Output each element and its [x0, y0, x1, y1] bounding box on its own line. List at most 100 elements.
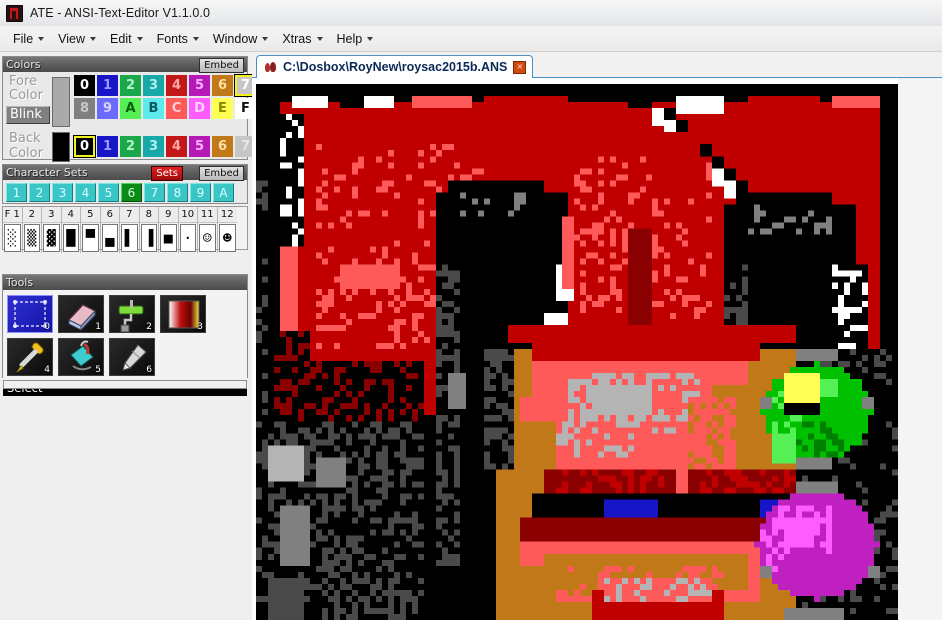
- function-key-4[interactable]: 4 █: [61, 207, 81, 253]
- function-key-number: 4: [61, 207, 80, 223]
- function-key-3[interactable]: 3 ▓: [42, 207, 62, 253]
- fore-color-swatch-4[interactable]: 4: [166, 75, 187, 96]
- eyedropper-tool[interactable]: 4: [7, 338, 53, 376]
- function-key-glyph: ▓: [43, 224, 60, 252]
- menu-edit[interactable]: Edit: [103, 29, 150, 49]
- character-sets-sets-button[interactable]: Sets: [151, 166, 183, 181]
- function-key-12[interactable]: 12 ☻: [217, 207, 237, 253]
- menu-window[interactable]: Window: [206, 29, 275, 49]
- character-set-button-1[interactable]: 1: [6, 183, 27, 202]
- function-key-6[interactable]: 6 ▄: [100, 207, 120, 253]
- paint-bucket-tool[interactable]: 5: [58, 338, 104, 376]
- fore-color-swatch-6[interactable]: 6: [212, 75, 233, 96]
- character-set-button-7[interactable]: 7: [144, 183, 165, 202]
- function-key-number: 8: [139, 207, 158, 223]
- swatch-label: 3: [148, 138, 159, 154]
- progress-bar: [3, 380, 247, 389]
- back-color-swatch-0[interactable]: 0: [73, 134, 96, 158]
- close-icon[interactable]: ×: [513, 60, 527, 74]
- back-color-swatch-2[interactable]: 2: [120, 135, 141, 157]
- fore-color-swatch-D[interactable]: D: [189, 98, 210, 119]
- fore-color-swatch-B[interactable]: B: [143, 98, 164, 119]
- menu-xtras[interactable]: Xtras: [275, 29, 329, 49]
- back-color-label: Back Color: [6, 131, 50, 161]
- menu-xtras-label: Xtras: [282, 31, 312, 46]
- fore-color-swatch-8[interactable]: 8: [74, 98, 95, 119]
- character-set-button-3[interactable]: 3: [52, 183, 73, 202]
- fore-color-label-line1: Fore: [9, 74, 38, 89]
- character-set-button-A[interactable]: A: [213, 183, 234, 202]
- window-title: ATE - ANSI-Text-Editor V1.1.0.0: [30, 6, 211, 20]
- swatch-label: 2: [125, 138, 136, 154]
- function-key-2[interactable]: 2 ▒: [22, 207, 42, 253]
- character-sets-embed-button[interactable]: Embed: [199, 166, 244, 181]
- back-color-swatch-6[interactable]: 6: [212, 135, 233, 157]
- function-key-F1[interactable]: F 1 ░: [3, 207, 23, 253]
- fore-color-swatch-E[interactable]: E: [212, 98, 233, 119]
- tab-strip: C:\Dosbox\RoyNew\roysac2015b.ANS ×: [252, 54, 942, 78]
- menu-fonts[interactable]: Fonts: [150, 29, 206, 49]
- document-icon: [265, 61, 277, 73]
- pencil-tool[interactable]: 6: [109, 338, 155, 376]
- back-color-swatch-3[interactable]: 3: [143, 135, 164, 157]
- menu-help[interactable]: Help: [330, 29, 381, 49]
- ansi-artwork[interactable]: [256, 84, 898, 620]
- blink-toggle-button[interactable]: Blink: [6, 106, 50, 124]
- back-color-swatch-1[interactable]: 1: [97, 135, 118, 157]
- swatch-label: 5: [194, 78, 205, 93]
- menu-view[interactable]: View: [51, 29, 103, 49]
- fore-color-swatch-2[interactable]: 2: [120, 75, 141, 96]
- character-set-button-9[interactable]: 9: [190, 183, 211, 202]
- fore-color-swatch-grid: 01234567 89ABCDEF: [74, 74, 257, 119]
- function-key-7[interactable]: 7 ▌: [120, 207, 140, 253]
- fore-color-swatch-1[interactable]: 1: [97, 75, 118, 96]
- chevron-down-icon: [367, 36, 374, 41]
- back-color-swatch-5[interactable]: 5: [189, 135, 210, 157]
- back-color-preview: [52, 132, 70, 162]
- select-tool[interactable]: 0: [7, 295, 53, 333]
- character-set-button-4[interactable]: 4: [75, 183, 96, 202]
- back-color-swatch-4[interactable]: 4: [166, 135, 187, 157]
- function-key-bar: F 1 ░ 2 ▒ 3 ▓ 4 █ 5 ▀ 6 ▄ 7 ▌ 8 ▐ 9 ■ 10 · 11 ☺ 12 ☻: [2, 206, 248, 253]
- swatch-label: F: [241, 101, 250, 116]
- colors-embed-button[interactable]: Embed: [199, 58, 244, 73]
- tools-panel: Tools 0123456 Select: [2, 274, 248, 396]
- paint-roller-tool[interactable]: 2: [109, 295, 155, 333]
- fore-color-swatch-A[interactable]: A: [120, 98, 141, 119]
- fore-color-swatch-0[interactable]: 0: [74, 75, 95, 96]
- eraser-tool[interactable]: 1: [58, 295, 104, 333]
- swatch-label: 7: [240, 138, 251, 154]
- character-set-button-6[interactable]: 6: [121, 183, 142, 202]
- menu-file[interactable]: File: [6, 29, 51, 49]
- left-tool-dock: Colors Embed Fore Color Blink 0123456789…: [0, 54, 257, 620]
- tab-document-label: C:\Dosbox\RoyNew\roysac2015b.ANS: [283, 60, 508, 74]
- function-key-11[interactable]: 11 ☺: [198, 207, 218, 253]
- tab-document[interactable]: C:\Dosbox\RoyNew\roysac2015b.ANS ×: [256, 55, 534, 78]
- fore-color-swatch-C[interactable]: C: [166, 98, 187, 119]
- tool-number: 5: [95, 365, 101, 375]
- function-key-5[interactable]: 5 ▀: [81, 207, 101, 253]
- ansi-canvas[interactable]: [256, 84, 898, 620]
- character-set-button-5[interactable]: 5: [98, 183, 119, 202]
- function-key-glyph: ▀: [82, 224, 99, 252]
- tools-panel-header: Tools: [3, 275, 247, 290]
- function-key-10[interactable]: 10 ·: [178, 207, 198, 253]
- fore-color-swatch-5[interactable]: 5: [189, 75, 210, 96]
- fore-color-swatch-3[interactable]: 3: [143, 75, 164, 96]
- function-key-9[interactable]: 9 ■: [159, 207, 179, 253]
- gradient-tool[interactable]: 3: [160, 295, 206, 333]
- function-key-glyph: ▒: [23, 224, 40, 252]
- menu-file-label: File: [13, 31, 34, 46]
- character-set-button-8[interactable]: 8: [167, 183, 188, 202]
- character-set-button-2[interactable]: 2: [29, 183, 50, 202]
- menu-fonts-label: Fonts: [156, 31, 188, 46]
- app-icon: [6, 4, 23, 22]
- fore-color-swatch-9[interactable]: 9: [97, 98, 118, 119]
- function-key-8[interactable]: 8 ▐: [139, 207, 159, 253]
- chevron-down-icon: [192, 36, 199, 41]
- back-color-label-line1: Back: [9, 131, 41, 146]
- function-key-glyph: ▄: [101, 224, 118, 252]
- swatch-label: 4: [171, 78, 182, 93]
- function-key-number: 11: [198, 207, 217, 223]
- swatch-label: 3: [148, 78, 159, 93]
